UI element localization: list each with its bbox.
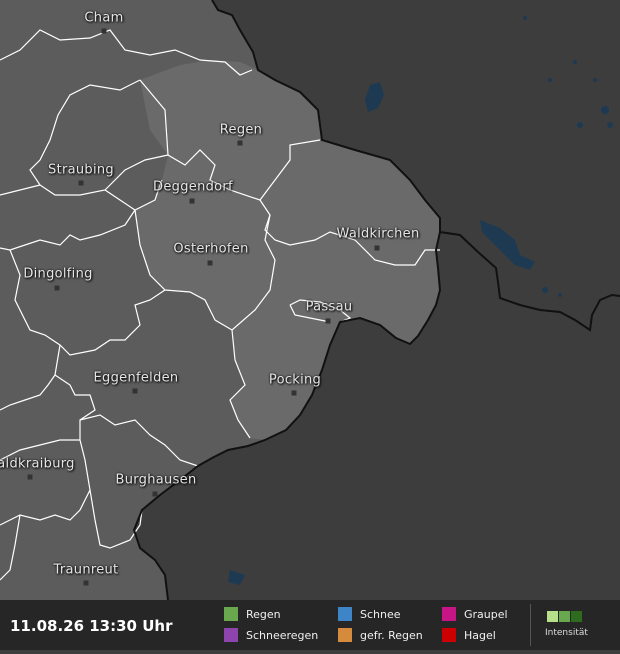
legend-item-hagel: Hagel [442, 628, 496, 642]
town-label-waldkraiburg[interactable]: aldkraiburg [0, 457, 75, 472]
town-marker-waldkraiburg [27, 474, 33, 480]
legend-label: Schneeregen [246, 628, 319, 642]
town-label-osterhofen[interactable]: Osterhofen [173, 242, 248, 257]
town-label-burghausen[interactable]: Burghausen [116, 473, 197, 488]
town-marker-osterhofen [207, 260, 213, 266]
map-footer: 11.08.26 13:30 Uhr Regen Schneeregen Sch… [0, 600, 620, 650]
town-marker-burghausen [152, 491, 158, 497]
legend-label: Schnee [360, 607, 401, 621]
intensity-swatch-low [547, 611, 558, 622]
map-base [0, 0, 620, 650]
intensity-scale [547, 611, 582, 622]
town-label-cham[interactable]: Cham [84, 11, 123, 26]
town-label-traunreut[interactable]: Traunreut [54, 563, 119, 578]
town-marker-traunreut [83, 580, 89, 586]
legend-swatch [442, 628, 456, 642]
legend-item-graupel: Graupel [442, 607, 508, 621]
town-marker-cham [101, 28, 107, 34]
town-label-straubing[interactable]: Straubing [48, 163, 114, 178]
legend-label: gefr. Regen [360, 628, 423, 642]
town-label-waldkirchen[interactable]: Waldkirchen [337, 227, 420, 242]
legend-swatch [338, 628, 352, 642]
town-label-pocking[interactable]: Pocking [269, 373, 321, 388]
legend-item-schnee: Schnee [338, 607, 401, 621]
town-marker-regen [237, 140, 243, 146]
legend-item-gefr-regen: gefr. Regen [338, 628, 423, 642]
town-marker-straubing [78, 180, 84, 186]
legend-item-schneeregen: Schneeregen [224, 628, 318, 642]
intensity-swatch-high [571, 611, 582, 622]
legend-swatch [224, 607, 238, 621]
town-marker-deggendorf [189, 198, 195, 204]
town-label-eggenfelden[interactable]: Eggenfelden [94, 371, 179, 386]
legend-swatch [224, 628, 238, 642]
town-marker-passau [325, 318, 331, 324]
town-marker-dingolfing [54, 285, 60, 291]
timestamp: 11.08.26 13:30 Uhr [10, 617, 173, 635]
legend-label: Hagel [464, 628, 496, 642]
intensity-swatch-mid [559, 611, 570, 622]
legend-item-regen: Regen [224, 607, 281, 621]
legend-label: Graupel [464, 607, 508, 621]
town-marker-pocking [291, 390, 297, 396]
legend-divider [530, 604, 531, 646]
town-marker-waldkirchen [374, 245, 380, 251]
town-label-passau[interactable]: Passau [306, 300, 353, 315]
town-label-regen[interactable]: Regen [220, 123, 262, 138]
intensity-label: Intensität [545, 628, 588, 638]
town-label-dingolfing[interactable]: Dingolfing [23, 267, 92, 282]
town-label-deggendorf[interactable]: Deggendorf [153, 180, 233, 195]
legend-swatch [442, 607, 456, 621]
town-marker-eggenfelden [132, 388, 138, 394]
weather-map[interactable] [0, 0, 620, 650]
legend-label: Regen [246, 607, 281, 621]
legend-swatch [338, 607, 352, 621]
